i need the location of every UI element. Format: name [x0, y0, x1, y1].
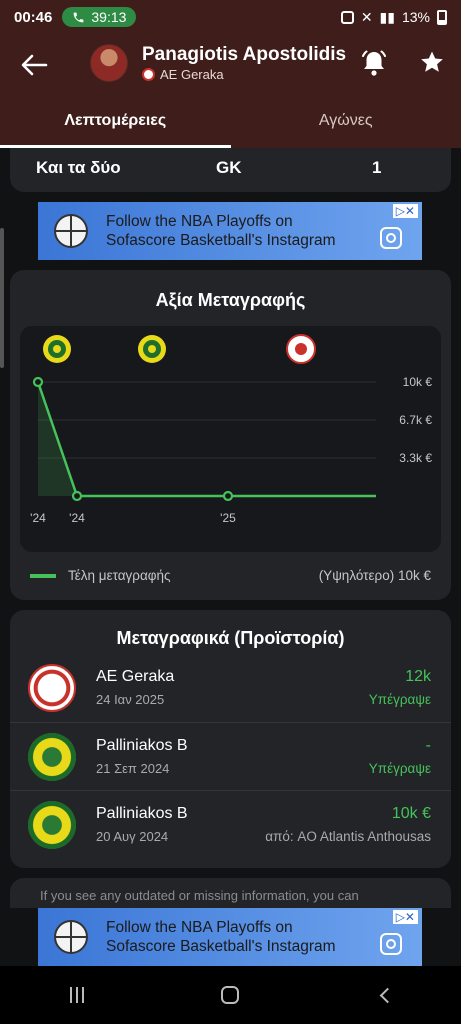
ad-line-1: Follow the NBA Playoffs on — [106, 213, 293, 230]
legend-max-value: (Υψηλότερο) 10k € — [318, 568, 431, 583]
ad-banner[interactable]: Follow the NBA Playoffs on Sofascore Bas… — [38, 202, 422, 260]
recent-apps-button[interactable] — [57, 980, 97, 1010]
notifications-button[interactable] — [360, 48, 388, 78]
transfer-club: Palliniakos B — [96, 737, 188, 754]
data-point — [222, 490, 234, 502]
ad-close-button[interactable]: ▷✕ — [392, 204, 418, 218]
y-tick-label: 10k € — [403, 375, 433, 389]
series-line — [36, 381, 376, 498]
transfer-history-title: Μεταγραφικά (Προϊστορία) — [116, 628, 345, 648]
transfer-fee: 10k € — [391, 805, 431, 822]
tab-matches[interactable]: Αγώνες — [231, 104, 461, 148]
transfer-date: 20 Αυγ 2024 — [96, 829, 169, 844]
ad-close-button[interactable]: ▷✕ — [392, 910, 418, 924]
transfer-type: Υπέγραψε — [368, 761, 431, 776]
transfer-type: Υπέγραψε — [368, 692, 431, 707]
x-tick-label: '24 — [69, 511, 85, 525]
basketball-icon — [54, 214, 88, 248]
recent-apps-icon — [69, 987, 84, 1003]
legend-swatch — [30, 573, 56, 578]
transfer-row[interactable]: Palliniakos B 21 Σεπ 2024 - Υπέγραψε — [10, 722, 451, 790]
transfer-club: AE Geraka — [96, 668, 175, 685]
ad-text: Follow the NBA Playoffs on Sofascore Bas… — [106, 918, 380, 956]
club-logo-icon — [28, 733, 76, 781]
series-area — [38, 382, 376, 496]
tab-bar: Λεπτομέρειες Αγώνες — [0, 104, 461, 148]
transfer-value-card: Αξία Μεταγραφής 10k € 6.7k € 3.3k € '24 '24 '… — [10, 270, 451, 600]
transfer-from: από: AO Atlantis Anthousas — [265, 829, 431, 844]
feedback-text: If you see any outdated or missing infor… — [40, 888, 359, 903]
back-arrow-icon — [21, 54, 48, 76]
ad-line-2: Sofascore Basketball's Instagram — [106, 232, 336, 249]
battery-level: 13% — [401, 9, 430, 25]
basketball-icon — [54, 920, 88, 954]
status-time: 00:46 — [14, 8, 53, 26]
x-tick-label: '25 — [220, 511, 236, 525]
shirt-number-value: 1 — [372, 158, 382, 177]
home-button[interactable] — [210, 980, 250, 1010]
position-value: GK — [216, 158, 242, 177]
system-back-icon — [379, 987, 395, 1003]
club-badge-icon — [138, 335, 166, 363]
system-back-button[interactable] — [364, 980, 404, 1010]
player-name: Panagiotis Apostolidis — [142, 44, 347, 65]
transfer-fee: - — [425, 737, 431, 754]
battery-icon — [437, 9, 447, 25]
player-team[interactable]: AE Geraka — [142, 67, 224, 82]
signal-icon: ▮▮ — [379, 8, 395, 25]
team-badge-icon — [142, 68, 155, 81]
player-avatar — [90, 44, 128, 82]
preferred-foot-value: Και τα δύο — [36, 158, 121, 177]
y-tick-label: 3.3k € — [399, 451, 432, 465]
x-tick-label: '24 — [30, 511, 46, 525]
ongoing-call-pill[interactable]: 39:13 — [62, 7, 137, 27]
team-name: AE Geraka — [160, 67, 224, 82]
transfer-club: Palliniakos B — [96, 805, 188, 822]
chart-svg: 10k € 6.7k € 3.3k € '24 '24 '25 — [30, 334, 433, 525]
player-header: Panagiotis Apostolidis AE Geraka Λεπτομέ… — [0, 34, 461, 148]
home-icon — [221, 986, 240, 1004]
ad-text: Follow the NBA Playoffs on Sofascore Bas… — [106, 212, 380, 250]
y-tick-label: 6.7k € — [399, 413, 432, 427]
transfer-value-chart: 10k € 6.7k € 3.3k € '24 '24 '25 — [20, 326, 441, 552]
instagram-icon — [380, 933, 402, 955]
feedback-card: If you see any outdated or missing infor… — [10, 878, 451, 908]
status-icons: ✕ ▮▮ 13% — [340, 8, 447, 26]
transfer-fee: 12k — [405, 668, 431, 685]
phone-icon — [74, 12, 84, 22]
bottom-ad-banner[interactable]: Follow the NBA Playoffs on Sofascore Bas… — [38, 908, 422, 966]
data-point — [71, 490, 83, 502]
player-info-card: Και τα δύο GK 1 — [10, 148, 451, 192]
transfer-date: 24 Ιαν 2025 — [96, 692, 165, 707]
club-logo-icon — [28, 664, 76, 712]
star-icon — [421, 51, 443, 72]
screenshot-icon — [340, 10, 354, 24]
club-badge-icon — [286, 334, 316, 364]
data-point — [32, 376, 44, 388]
back-button[interactable] — [18, 50, 50, 80]
call-duration: 39:13 — [91, 9, 127, 25]
mute-icon: ✕ — [360, 8, 373, 25]
bell-icon — [362, 50, 386, 76]
club-logo-icon — [28, 801, 76, 849]
favorite-button[interactable] — [418, 48, 446, 78]
ad-line-2: Sofascore Basketball's Instagram — [106, 938, 336, 955]
status-bar: 00:46 39:13 ✕ ▮▮ 13% — [0, 0, 461, 34]
ad-line-1: Follow the NBA Playoffs on — [106, 919, 293, 936]
transfer-row[interactable]: AE Geraka 24 Ιαν 2025 12k Υπέγραψε — [10, 654, 451, 722]
legend-label: Τέλη μεταγραφής — [68, 568, 171, 583]
details-content[interactable]: Και τα δύο GK 1 Follow the NBA Playoffs … — [0, 148, 461, 908]
system-nav-bar — [0, 966, 461, 1024]
club-badge-icon — [43, 335, 71, 363]
transfer-value-title: Αξία Μεταγραφής — [155, 290, 306, 310]
tab-details[interactable]: Λεπτομέρειες — [0, 104, 231, 148]
transfer-date: 21 Σεπ 2024 — [96, 761, 170, 776]
chart-legend: Τέλη μεταγραφής (Υψηλότερο) 10k € — [30, 568, 431, 583]
transfer-history-card: Μεταγραφικά (Προϊστορία) AE Geraka 24 Ια… — [10, 610, 451, 868]
transfer-row[interactable]: Palliniakos B 20 Αυγ 2024 10k € από: AO … — [10, 790, 451, 858]
instagram-icon — [380, 227, 402, 249]
